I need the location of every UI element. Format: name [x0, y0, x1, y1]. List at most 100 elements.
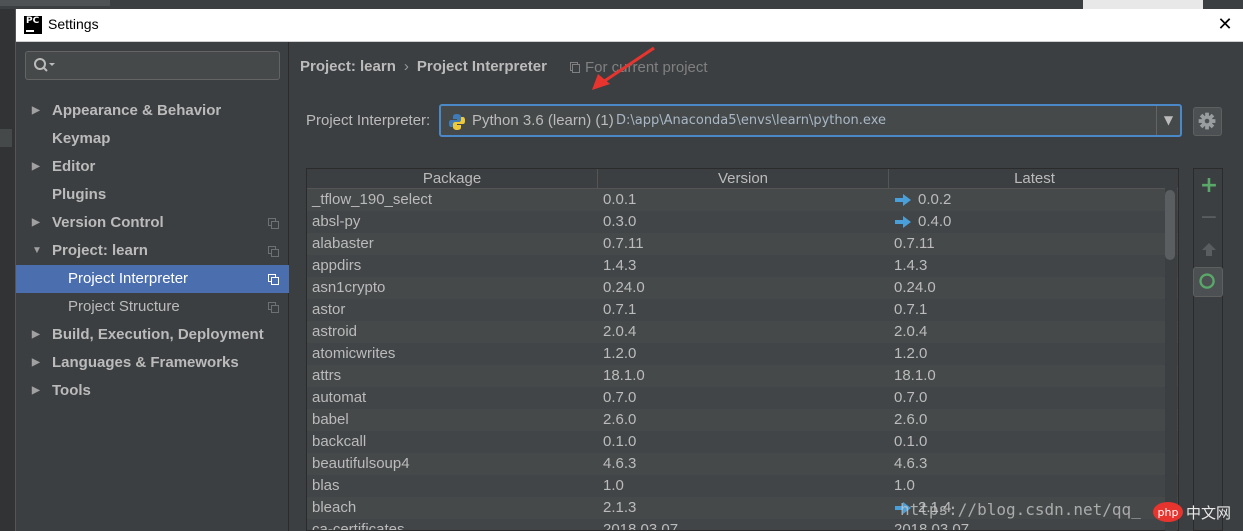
package-name: asn1crypto: [312, 279, 386, 296]
watermark-url: https://blog.csdn.net/qq_: [900, 500, 1141, 519]
table-row[interactable]: absl-py 0.3.0 0.4.0: [307, 211, 1178, 233]
settings-tree: ▶ Appearance & Behavior Keymap ▶ Editor Plugi…: [16, 97, 289, 405]
install-package-button[interactable]: +: [1194, 171, 1224, 201]
package-latest: 2.6.0: [894, 411, 928, 428]
column-header-latest[interactable]: Latest: [889, 169, 1178, 189]
package-version: 0.3.0: [603, 213, 637, 230]
package-name: astroid: [312, 323, 358, 340]
package-latest: 0.7.11: [894, 235, 935, 252]
refresh-button[interactable]: [1193, 267, 1223, 297]
project-scope-icon: [268, 274, 279, 285]
column-header-version[interactable]: Version: [598, 169, 889, 189]
package-latest: 1.4.3: [894, 257, 928, 274]
php-logo-icon: php 中文网: [1153, 502, 1231, 522]
sidebar-item-project-interpreter[interactable]: Project Interpreter: [16, 265, 289, 293]
breadcrumb-separator: ›: [403, 58, 409, 75]
table-row[interactable]: astroid 2.0.4 2.0.4: [307, 321, 1178, 343]
package-version: 2.6.0: [603, 411, 637, 428]
table-header: Package Version Latest: [307, 169, 1178, 189]
package-name: appdirs: [312, 257, 362, 274]
upgrade-available-icon: [895, 216, 911, 228]
table-row[interactable]: attrs 18.1.0 18.1.0: [307, 365, 1178, 387]
table-row[interactable]: alabaster 0.7.11 0.7.11: [307, 233, 1178, 255]
collapsed-arrow-icon[interactable]: ▶: [32, 209, 44, 237]
svg-text:php: php: [1158, 506, 1179, 519]
background-editor-strip: [0, 0, 1243, 9]
sidebar-item-project-structure[interactable]: Project Structure: [16, 293, 289, 321]
expanded-arrow-icon[interactable]: ▼: [32, 237, 44, 265]
close-button[interactable]: ✕: [1214, 14, 1236, 36]
table-row[interactable]: ca-certificates 2018.03.07 2018.03.07: [307, 519, 1178, 530]
sidebar-item-label: Keymap: [52, 130, 111, 147]
package-name: bleach: [312, 499, 357, 516]
sidebar-item-languages-frameworks[interactable]: ▶ Languages & Frameworks: [16, 349, 289, 377]
package-latest: 0.1.0: [894, 433, 928, 450]
interpreter-dropdown[interactable]: Python 3.6 (learn) (1) D:\app\Anaconda5\…: [439, 104, 1182, 137]
sidebar-item-label: Tools: [52, 382, 91, 399]
project-scope-icon: [268, 218, 279, 229]
sidebar-item-tools[interactable]: ▶ Tools: [16, 377, 289, 405]
package-name: automat: [312, 389, 367, 406]
sidebar-item-keymap[interactable]: Keymap: [16, 125, 289, 153]
table-row[interactable]: blas 1.0 1.0: [307, 475, 1178, 497]
table-row[interactable]: asn1crypto 0.24.0 0.24.0: [307, 277, 1178, 299]
sidebar-item-editor[interactable]: ▶ Editor: [16, 153, 289, 181]
uninstall-package-button[interactable]: −: [1194, 203, 1224, 233]
table-row[interactable]: appdirs 1.4.3 1.4.3: [307, 255, 1178, 277]
package-version: 4.6.3: [603, 455, 637, 472]
package-name: atomicwrites: [312, 345, 396, 362]
sidebar-item-build-execution-deployment[interactable]: ▶ Build, Execution, Deployment: [16, 321, 289, 349]
collapsed-arrow-icon[interactable]: ▶: [32, 153, 44, 181]
package-name: _tflow_190_select: [312, 191, 433, 208]
collapsed-arrow-icon[interactable]: ▶: [32, 321, 44, 349]
package-name: babel: [312, 411, 349, 428]
interpreter-settings-button[interactable]: [1193, 107, 1222, 136]
package-version: 0.7.11: [603, 235, 644, 252]
collapsed-arrow-icon[interactable]: ▶: [32, 349, 44, 377]
sidebar-item-project-learn[interactable]: ▼ Project: learn: [16, 237, 289, 265]
sidebar-item-label: Appearance & Behavior: [52, 102, 222, 119]
table-row[interactable]: astor 0.7.1 0.7.1: [307, 299, 1178, 321]
package-latest: 18.1.0: [894, 367, 936, 384]
package-latest: 0.7.1: [894, 301, 928, 318]
dropdown-arrow-icon[interactable]: ▼: [1156, 106, 1180, 135]
package-latest: 0.0.2: [918, 191, 952, 208]
sidebar-item-plugins[interactable]: Plugins: [16, 181, 289, 209]
interpreter-label: Project Interpreter:: [306, 112, 431, 129]
gear-icon: [1198, 112, 1216, 130]
sidebar-item-label: Plugins: [52, 186, 107, 203]
table-body: _tflow_190_select 0.0.1 0.0.2 absl-py 0.3.0 0…: [307, 189, 1178, 530]
window-title: Settings: [48, 16, 99, 32]
annotation-arrow-icon: [592, 46, 655, 90]
title-bar: PC Settings ✕: [16, 9, 1243, 42]
upgrade-package-button[interactable]: [1194, 235, 1224, 265]
table-row[interactable]: babel 2.6.0 2.6.0: [307, 409, 1178, 431]
settings-search-input[interactable]: [25, 51, 280, 80]
sidebar-item-appearance-behavior[interactable]: ▶ Appearance & Behavior: [16, 97, 289, 125]
background-tab: [0, 0, 110, 6]
pycharm-app-icon: PC: [24, 16, 42, 34]
package-version: 18.1.0: [603, 367, 645, 384]
package-name: astor: [312, 301, 346, 318]
sidebar-item-version-control[interactable]: ▶ Version Control: [16, 209, 289, 237]
column-header-package[interactable]: Package: [307, 169, 598, 189]
package-toolbar: + −: [1193, 168, 1223, 531]
interpreter-panel: Project: learn › Project Interpreter For c…: [290, 42, 1243, 531]
table-row[interactable]: _tflow_190_select 0.0.1 0.0.2: [307, 189, 1178, 211]
package-name: beautifulsoup4: [312, 455, 410, 472]
scrollbar-thumb[interactable]: [1165, 190, 1175, 260]
collapsed-arrow-icon[interactable]: ▶: [32, 377, 44, 405]
python-icon: [449, 114, 465, 130]
package-version: 0.0.1: [603, 191, 637, 208]
table-row[interactable]: beautifulsoup4 4.6.3 4.6.3: [307, 453, 1178, 475]
background-panel: [1083, 0, 1203, 9]
table-row[interactable]: backcall 0.1.0 0.1.0: [307, 431, 1178, 453]
package-name: absl-py: [312, 213, 361, 230]
table-row[interactable]: atomicwrites 1.2.0 1.2.0: [307, 343, 1178, 365]
sidebar-item-label: Languages & Frameworks: [52, 354, 239, 371]
table-row[interactable]: automat 0.7.0 0.7.0: [307, 387, 1178, 409]
package-latest: 4.6.3: [894, 455, 928, 472]
package-version: 0.24.0: [603, 279, 645, 296]
package-latest: 2.0.4: [894, 323, 928, 340]
collapsed-arrow-icon[interactable]: ▶: [32, 97, 44, 125]
